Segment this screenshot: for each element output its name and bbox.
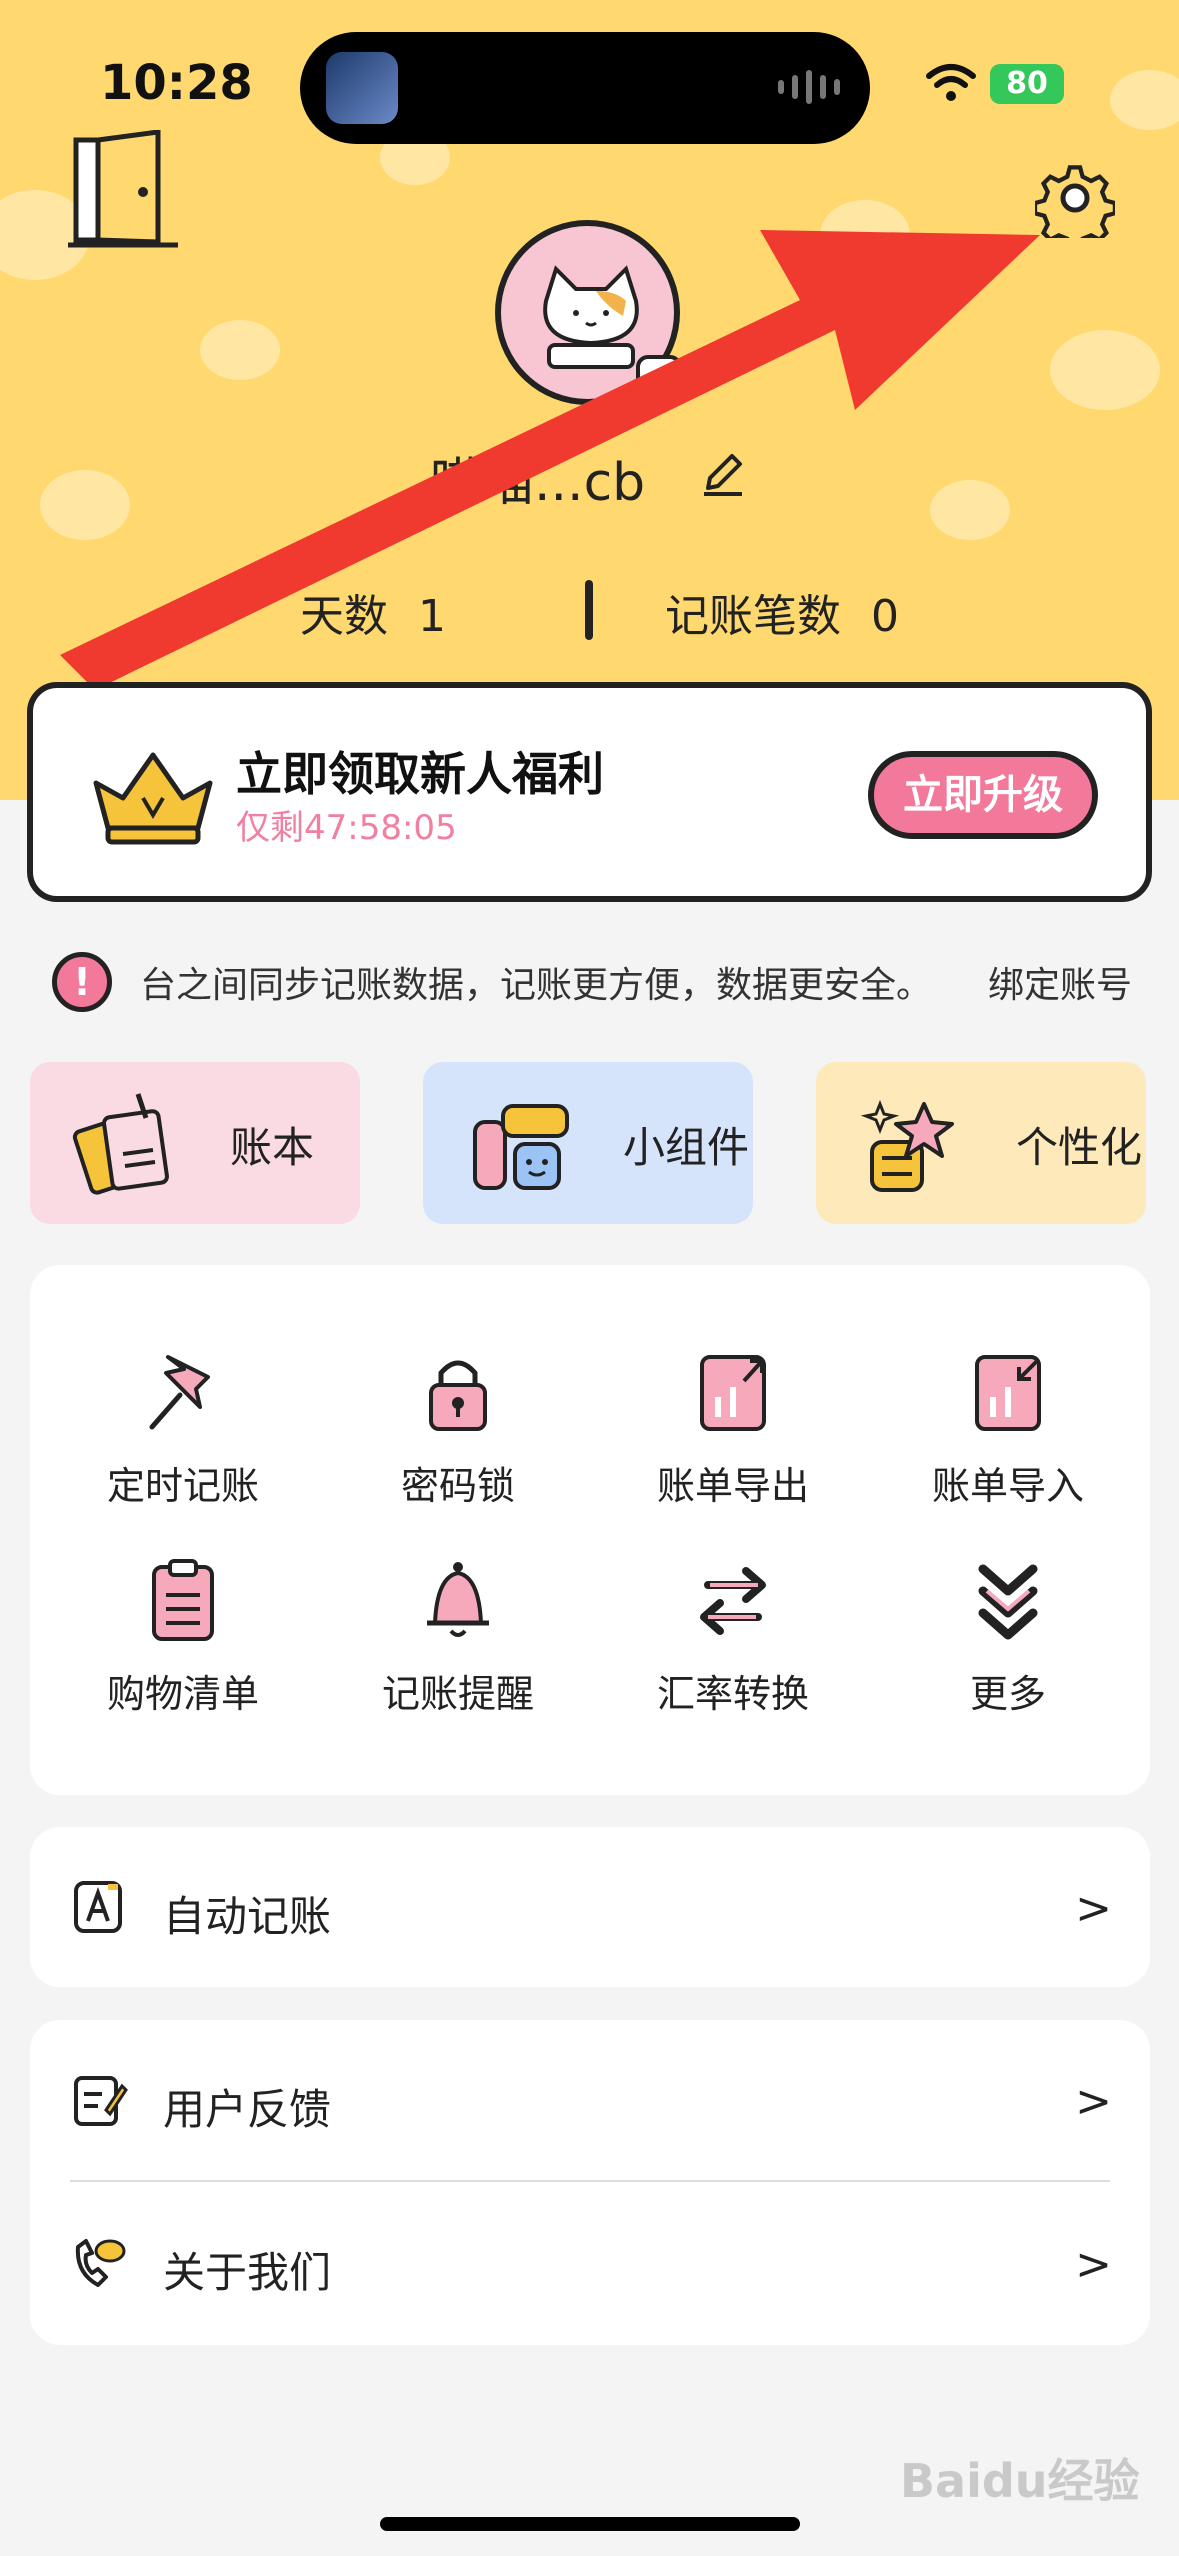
personalize-icon [860,1099,954,1192]
auto-bookkeeping-row[interactable]: 自动记账 > [30,1827,1150,1987]
divider [70,2180,1110,2182]
tool-label: 定时记账 [106,1464,259,1508]
paw-decoration [820,200,910,270]
stat-entries: 记账笔数 0 [665,580,899,644]
exit-door-icon[interactable] [68,130,188,255]
tool-more[interactable]: 更多 [878,1555,1138,1735]
tool-bill-export[interactable]: 账单导出 [603,1347,863,1527]
sync-notice: ! 台之间同步记账数据，记账更方便，数据更安全。 绑定账号 [0,950,1179,1012]
widget-button[interactable]: 小组件 [423,1062,753,1224]
personalize-button[interactable]: 个性化 [816,1062,1146,1224]
import-icon [975,1355,1041,1431]
cat-avatar-icon [543,265,639,369]
warning-icon: ! [52,952,112,1012]
audio-wave-icon [778,70,840,104]
chevron-right-icon: > [1075,1883,1112,1934]
battery-indicator: 80 [990,64,1064,104]
watermark: Baidu经验 [900,2454,1140,2508]
tool-label: 密码锁 [400,1464,515,1508]
export-icon [700,1355,766,1431]
tool-label: 汇率转换 [656,1672,809,1716]
more-chevron-icon [978,1564,1038,1640]
upgrade-button[interactable]: 立即升级 [868,751,1098,839]
tool-currency-exchange[interactable]: 汇率转换 [603,1555,863,1735]
crown-icon [93,752,213,845]
username: 喵喵...cb [430,453,646,513]
feedback-label: 用户反馈 [163,2085,332,2134]
promo-countdown: 仅剩47:58:05 [236,808,457,848]
auto-bookkeeping-icon [74,1881,122,1933]
dynamic-island[interactable] [300,32,870,144]
stat-entries-label: 记账笔数 [665,591,841,642]
pin-icon [149,1355,210,1430]
new-user-promo-card[interactable]: 立即领取新人福利 仅剩47:58:05 立即升级 [27,682,1152,902]
widget-icon [473,1104,569,1190]
tool-label: 账单导出 [656,1464,809,1508]
now-playing-thumbnail [326,52,398,124]
bell-icon [427,1562,489,1637]
about-us-row[interactable]: 关于我们 > [30,2183,1150,2343]
tool-label: 记账提醒 [381,1672,534,1716]
camera-icon[interactable]: ◎ [636,355,682,401]
chevron-right-icon: > [1075,2239,1112,2290]
about-us-label: 关于我们 [163,2248,332,2297]
tools-grid: 定时记账 密码锁 账单导出 账单导入 购物清单 记账提醒 汇率转换 更多 [30,1265,1150,1795]
auto-bookkeeping-label: 自动记账 [163,1892,332,1941]
paw-decoration [1110,70,1179,130]
tool-bill-import[interactable]: 账单导入 [878,1347,1138,1527]
stat-divider [585,580,593,640]
wifi-icon [926,64,976,101]
tool-label: 账单导入 [931,1464,1084,1508]
stat-days-value: 1 [418,591,446,642]
paw-decoration [930,480,1010,540]
stat-entries-value: 0 [871,591,899,642]
paw-decoration [40,470,130,540]
exchange-icon [700,1567,766,1635]
notice-text: 台之间同步记账数据，记账更方便，数据更安全。 [140,965,933,1006]
chevron-right-icon: > [1075,2076,1112,2127]
phone-chat-icon [75,2239,126,2287]
settings-gear-icon[interactable] [1035,158,1115,238]
info-card: 用户反馈 > 关于我们 > [30,2020,1150,2345]
widget-label: 小组件 [623,1123,750,1172]
tool-scheduled-bookkeeping[interactable]: 定时记账 [53,1347,313,1527]
stat-days-label: 天数 [300,591,388,642]
personalize-label: 个性化 [1016,1123,1143,1172]
tool-label: 更多 [969,1672,1046,1716]
edit-pencil-icon[interactable] [698,448,748,498]
ledger-label: 账本 [230,1123,315,1172]
bind-account-link[interactable]: 绑定账号 [988,956,1132,1008]
paw-decoration [200,320,280,380]
paw-decoration [1050,330,1160,410]
home-indicator[interactable] [380,2517,800,2531]
tool-password-lock[interactable]: 密码锁 [328,1347,588,1527]
status-time: 10:28 [100,55,253,111]
tool-label: 购物清单 [106,1672,259,1716]
promo-title: 立即领取新人福利 [236,747,604,801]
stat-days: 天数 1 [300,580,446,644]
feedback-row[interactable]: 用户反馈 > [30,2020,1150,2180]
ledger-button[interactable]: 账本 [30,1062,360,1224]
tool-shopping-list[interactable]: 购物清单 [53,1555,313,1735]
ledger-icon [72,1093,169,1195]
clipboard-icon [152,1559,214,1641]
tool-bookkeeping-reminder[interactable]: 记账提醒 [328,1555,588,1735]
lock-icon [429,1360,487,1431]
feedback-icon [74,2076,128,2126]
auto-bookkeeping-card: 自动记账 > [30,1827,1150,1987]
